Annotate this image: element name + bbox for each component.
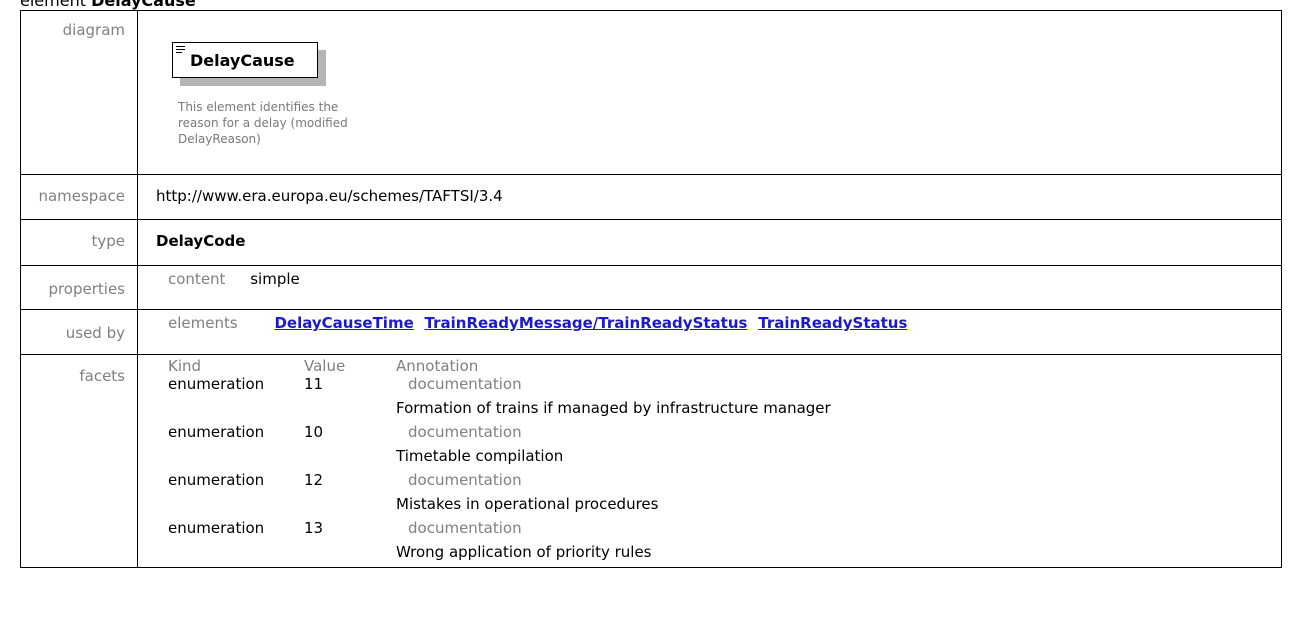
label-type: type (20, 219, 138, 266)
row-namespace: namespace http://www.era.europa.eu/schem… (20, 174, 1282, 220)
type-cell: DelayCode (137, 219, 1282, 266)
facet-kind: enumeration (168, 423, 265, 441)
facets-header: Kind Value Annotation (168, 357, 1168, 375)
type-value: DelayCode (156, 232, 246, 250)
used-by-cell: elements DelayCauseTime TrainReadyMessag… (137, 309, 1282, 355)
label-properties: properties (20, 265, 138, 310)
namespace-value: http://www.era.europa.eu/schemes/TAFTSI/… (137, 174, 1282, 220)
element-box-name: DelayCause (190, 51, 295, 70)
row-facets: facets Kind Value Annotation enumeration… (20, 354, 1282, 568)
row-diagram: diagram DelayCause This element identifi… (20, 10, 1282, 175)
facet-annotation-text: Formation of trains if managed by infras… (396, 399, 831, 417)
label-facets: facets (20, 354, 138, 568)
properties-value: simple (250, 270, 300, 288)
facet-row: enumeration 10 documentation Timetable c… (168, 423, 1168, 471)
facet-kind: enumeration (168, 471, 265, 489)
heading-prefix: element (20, 0, 86, 10)
schema-diagram: DelayCause This element identifies the r… (156, 21, 456, 171)
facet-annotation-key: documentation (408, 471, 522, 489)
facet-row: enumeration 12 documentation Mistakes in… (168, 471, 1168, 519)
facet-annotation-text: Wrong application of priority rules (396, 543, 652, 561)
properties-cell: content simple (137, 265, 1282, 310)
facet-row: enumeration 13 documentation Wrong appli… (168, 519, 1168, 567)
link-delaycausetime[interactable]: DelayCauseTime (274, 314, 413, 332)
diagram-cell: DelayCause This element identifies the r… (137, 10, 1282, 175)
element-doc-table: diagram DelayCause This element identifi… (20, 10, 1282, 568)
row-used-by: used by elements DelayCauseTime TrainRea… (20, 309, 1282, 355)
facets-header-value: Value (304, 357, 346, 375)
document-page: element DelayCause diagram DelayCause Th… (0, 0, 1290, 624)
row-properties: properties content simple (20, 265, 1282, 310)
facet-kind: enumeration (168, 375, 265, 393)
facet-annotation-key: documentation (408, 375, 522, 393)
label-namespace: namespace (20, 174, 138, 220)
row-type: type DelayCode (20, 219, 1282, 266)
facet-annotation-text: Mistakes in operational procedures (396, 495, 659, 513)
facet-annotation-key: documentation (408, 519, 522, 537)
element-box[interactable]: DelayCause (172, 42, 318, 78)
facet-annotation-text: Timetable compilation (396, 447, 564, 465)
facet-annotation-key: documentation (408, 423, 522, 441)
facets-cell: Kind Value Annotation enumeration 11 doc… (137, 354, 1282, 568)
facet-value: 10 (304, 423, 324, 441)
facet-kind: enumeration (168, 519, 265, 537)
heading-element-name: DelayCause (91, 0, 196, 10)
element-description: This element identifies the reason for a… (178, 100, 348, 146)
used-by-key: elements (168, 314, 238, 332)
label-diagram: diagram (20, 10, 138, 175)
facet-value: 12 (304, 471, 324, 489)
element-lines-icon (176, 46, 185, 54)
label-used-by: used by (20, 309, 138, 355)
facets-header-annotation: Annotation (396, 357, 479, 375)
facet-row: enumeration 11 documentation Formation o… (168, 375, 1168, 423)
facets-table: Kind Value Annotation enumeration 11 doc… (168, 357, 1168, 567)
facet-value: 13 (304, 519, 324, 537)
facets-header-kind: Kind (168, 357, 202, 375)
properties-key: content (168, 270, 226, 288)
link-trainreadystatus[interactable]: TrainReadyStatus (758, 314, 907, 332)
link-trainreadymessage-trainreadystatus[interactable]: TrainReadyMessage/TrainReadyStatus (425, 314, 748, 332)
facet-value: 11 (304, 375, 324, 393)
